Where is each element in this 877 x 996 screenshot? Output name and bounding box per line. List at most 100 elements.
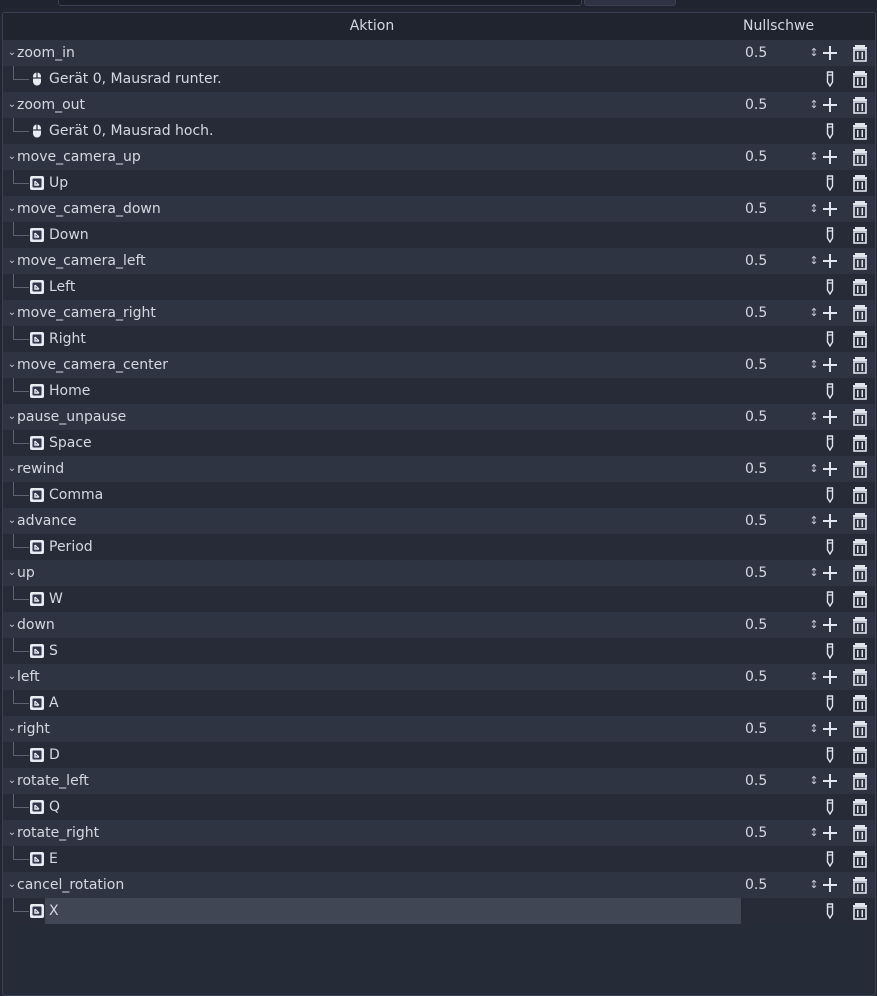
deadzone-value[interactable]: 0.5 [745,820,767,846]
deadzone-value[interactable]: 0.5 [745,404,767,430]
chevron-down-icon[interactable]: ⌄ [7,664,17,690]
edit-event-button[interactable] [826,435,834,451]
spinner-arrows-icon[interactable]: ↕ [809,768,819,794]
deadzone-spinbox[interactable]: 0.5 ↕ [743,40,819,66]
remove-action-button[interactable] [851,356,869,374]
event-row[interactable]: A [3,690,875,716]
action-row[interactable]: ⌄ move_camera_left 0.5 ↕ [3,248,875,274]
deadzone-spinbox[interactable]: 0.5 ↕ [743,716,819,742]
deadzone-value[interactable]: 0.5 [745,768,767,794]
remove-action-button[interactable] [851,408,869,426]
remove-event-button[interactable] [851,798,869,816]
spinner-arrows-icon[interactable]: ↕ [809,92,819,118]
event-row[interactable]: Right [3,326,875,352]
deadzone-value[interactable]: 0.5 [745,144,767,170]
remove-event-button[interactable] [851,226,869,244]
deadzone-spinbox[interactable]: 0.5 ↕ [743,300,819,326]
action-row[interactable]: ⌄ rotate_right 0.5 ↕ [3,820,875,846]
add-event-button[interactable] [822,513,838,529]
input-map-tree[interactable]: Aktion Nullschwe ⌄ zoom_in 0.5 ↕ Gerät 0… [2,12,876,996]
deadzone-value[interactable]: 0.5 [745,40,767,66]
chevron-down-icon[interactable]: ⌄ [7,40,17,66]
deadzone-value[interactable]: 0.5 [745,456,767,482]
deadzone-spinbox[interactable]: 0.5 ↕ [743,456,819,482]
deadzone-value[interactable]: 0.5 [745,196,767,222]
edit-event-button[interactable] [826,539,834,555]
deadzone-value[interactable]: 0.5 [745,612,767,638]
add-event-button[interactable] [822,461,838,477]
add-event-button[interactable] [822,877,838,893]
spinner-arrows-icon[interactable]: ↕ [809,716,819,742]
chevron-down-icon[interactable]: ⌄ [7,196,17,222]
add-event-button[interactable] [822,305,838,321]
remove-action-button[interactable] [851,304,869,322]
spinner-arrows-icon[interactable]: ↕ [809,664,819,690]
deadzone-spinbox[interactable]: 0.5 ↕ [743,196,819,222]
deadzone-spinbox[interactable]: 0.5 ↕ [743,612,819,638]
deadzone-value[interactable]: 0.5 [745,872,767,898]
chevron-down-icon[interactable]: ⌄ [7,456,17,482]
add-event-button[interactable] [822,617,838,633]
action-row[interactable]: ⌄ rewind 0.5 ↕ [3,456,875,482]
remove-action-button[interactable] [851,876,869,894]
add-event-button[interactable] [822,409,838,425]
event-row[interactable]: Up [3,170,875,196]
add-event-button[interactable] [822,45,838,61]
spinner-arrows-icon[interactable]: ↕ [809,872,819,898]
edit-event-button[interactable] [826,331,834,347]
spinner-arrows-icon[interactable]: ↕ [809,404,819,430]
deadzone-spinbox[interactable]: 0.5 ↕ [743,144,819,170]
remove-action-button[interactable] [851,616,869,634]
action-row[interactable]: ⌄ move_camera_down 0.5 ↕ [3,196,875,222]
deadzone-value[interactable]: 0.5 [745,352,767,378]
event-row[interactable]: D [3,742,875,768]
chevron-down-icon[interactable]: ⌄ [7,92,17,118]
add-event-button[interactable] [822,825,838,841]
edit-event-button[interactable] [826,643,834,659]
event-row[interactable]: X [3,898,875,924]
edit-event-button[interactable] [826,799,834,815]
event-row[interactable]: Comma [3,482,875,508]
remove-event-button[interactable] [851,174,869,192]
remove-action-button[interactable] [851,564,869,582]
spinner-arrows-icon[interactable]: ↕ [809,456,819,482]
event-row[interactable]: Home [3,378,875,404]
action-row[interactable]: ⌄ left 0.5 ↕ [3,664,875,690]
spinner-arrows-icon[interactable]: ↕ [809,196,819,222]
spinner-arrows-icon[interactable]: ↕ [809,40,819,66]
action-name-input[interactable] [58,0,582,6]
chevron-down-icon[interactable]: ⌄ [7,768,17,794]
chevron-down-icon[interactable]: ⌄ [7,144,17,170]
event-row[interactable]: Down [3,222,875,248]
edit-event-button[interactable] [826,227,834,243]
action-row[interactable]: ⌄ zoom_out 0.5 ↕ [3,92,875,118]
chevron-down-icon[interactable]: ⌄ [7,404,17,430]
edit-event-button[interactable] [826,175,834,191]
edit-event-button[interactable] [826,903,834,919]
event-row[interactable]: Gerät 0, Mausrad hoch. [3,118,875,144]
action-row[interactable]: ⌄ up 0.5 ↕ [3,560,875,586]
spinner-arrows-icon[interactable]: ↕ [809,508,819,534]
edit-event-button[interactable] [826,123,834,139]
action-row[interactable]: ⌄ right 0.5 ↕ [3,716,875,742]
deadzone-value[interactable]: 0.5 [745,508,767,534]
deadzone-value[interactable]: 0.5 [745,716,767,742]
event-row[interactable]: Space [3,430,875,456]
remove-event-button[interactable] [851,538,869,556]
remove-action-button[interactable] [851,512,869,530]
action-row[interactable]: ⌄ cancel_rotation 0.5 ↕ [3,872,875,898]
edit-event-button[interactable] [826,383,834,399]
deadzone-value[interactable]: 0.5 [745,560,767,586]
action-row[interactable]: ⌄ move_camera_up 0.5 ↕ [3,144,875,170]
spinner-arrows-icon[interactable]: ↕ [809,352,819,378]
action-row[interactable]: ⌄ pause_unpause 0.5 ↕ [3,404,875,430]
remove-action-button[interactable] [851,252,869,270]
deadzone-spinbox[interactable]: 0.5 ↕ [743,352,819,378]
deadzone-spinbox[interactable]: 0.5 ↕ [743,820,819,846]
event-row[interactable]: W [3,586,875,612]
remove-action-button[interactable] [851,772,869,790]
deadzone-spinbox[interactable]: 0.5 ↕ [743,508,819,534]
deadzone-spinbox[interactable]: 0.5 ↕ [743,404,819,430]
remove-event-button[interactable] [851,382,869,400]
remove-event-button[interactable] [851,850,869,868]
